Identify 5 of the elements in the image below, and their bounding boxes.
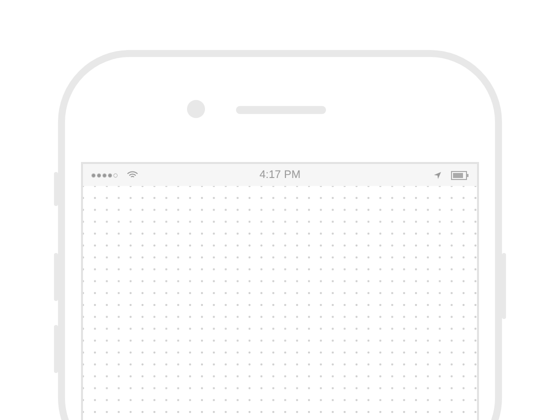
- signal-dots-icon: [91, 172, 119, 178]
- battery-icon: [451, 170, 469, 180]
- wifi-icon: [127, 171, 138, 179]
- location-arrow-icon: [434, 172, 441, 178]
- status-time: 4:17 PM: [260, 169, 300, 181]
